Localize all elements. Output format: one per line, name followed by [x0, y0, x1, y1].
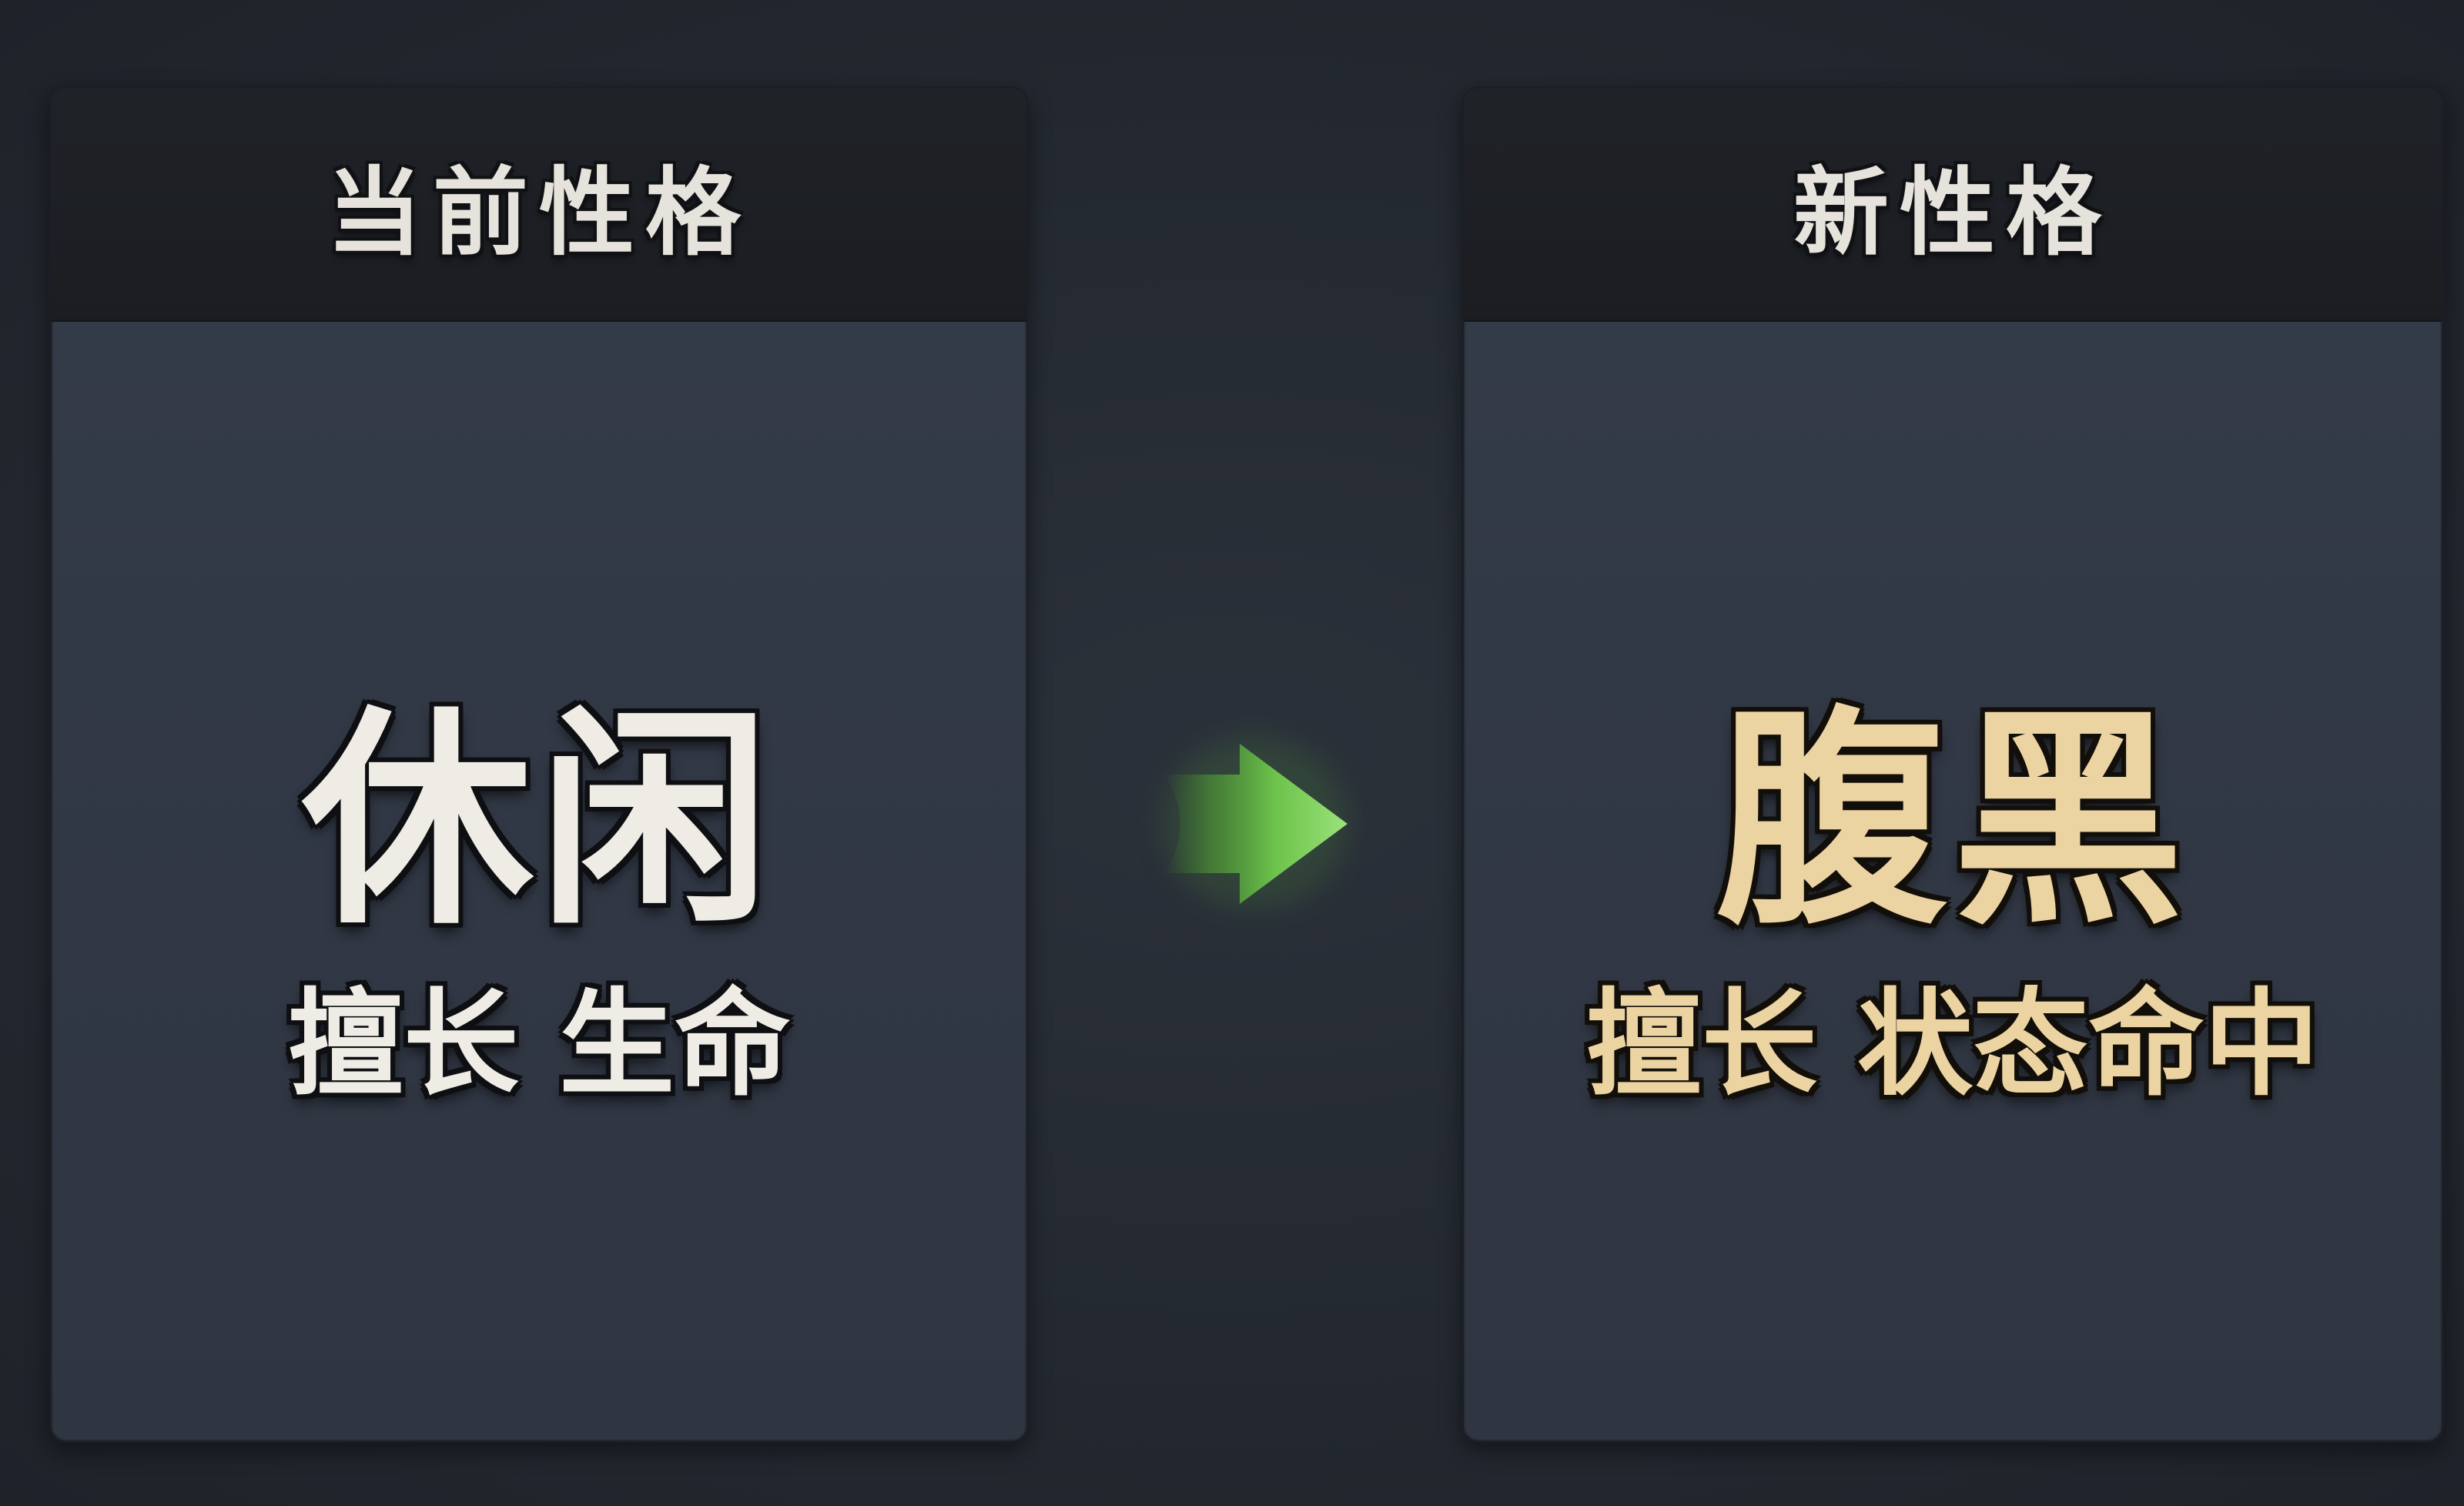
new-personality-specialty: 擅长 状态命中 [1585, 976, 2320, 1112]
current-personality-name: 休闲 [302, 684, 776, 955]
current-personality-header: 当前性格 [52, 89, 1026, 322]
arrow-right-icon [1140, 716, 1363, 932]
new-personality-name: 腹黑 [1716, 684, 2190, 955]
new-personality-body: 腹黑 擅长 状态命中 [1464, 320, 2442, 1441]
current-personality-specialty: 擅长 生命 [287, 976, 791, 1112]
new-personality-card: 新性格 腹黑 擅长 状态命中 [1461, 86, 2444, 1443]
current-personality-card: 当前性格 休闲 擅长 生命 [49, 86, 1029, 1443]
new-personality-title: 新性格 [1793, 157, 2112, 269]
new-personality-header: 新性格 [1464, 89, 2442, 322]
current-personality-title: 当前性格 [326, 157, 752, 269]
current-personality-body: 休闲 擅长 生命 [52, 320, 1026, 1441]
